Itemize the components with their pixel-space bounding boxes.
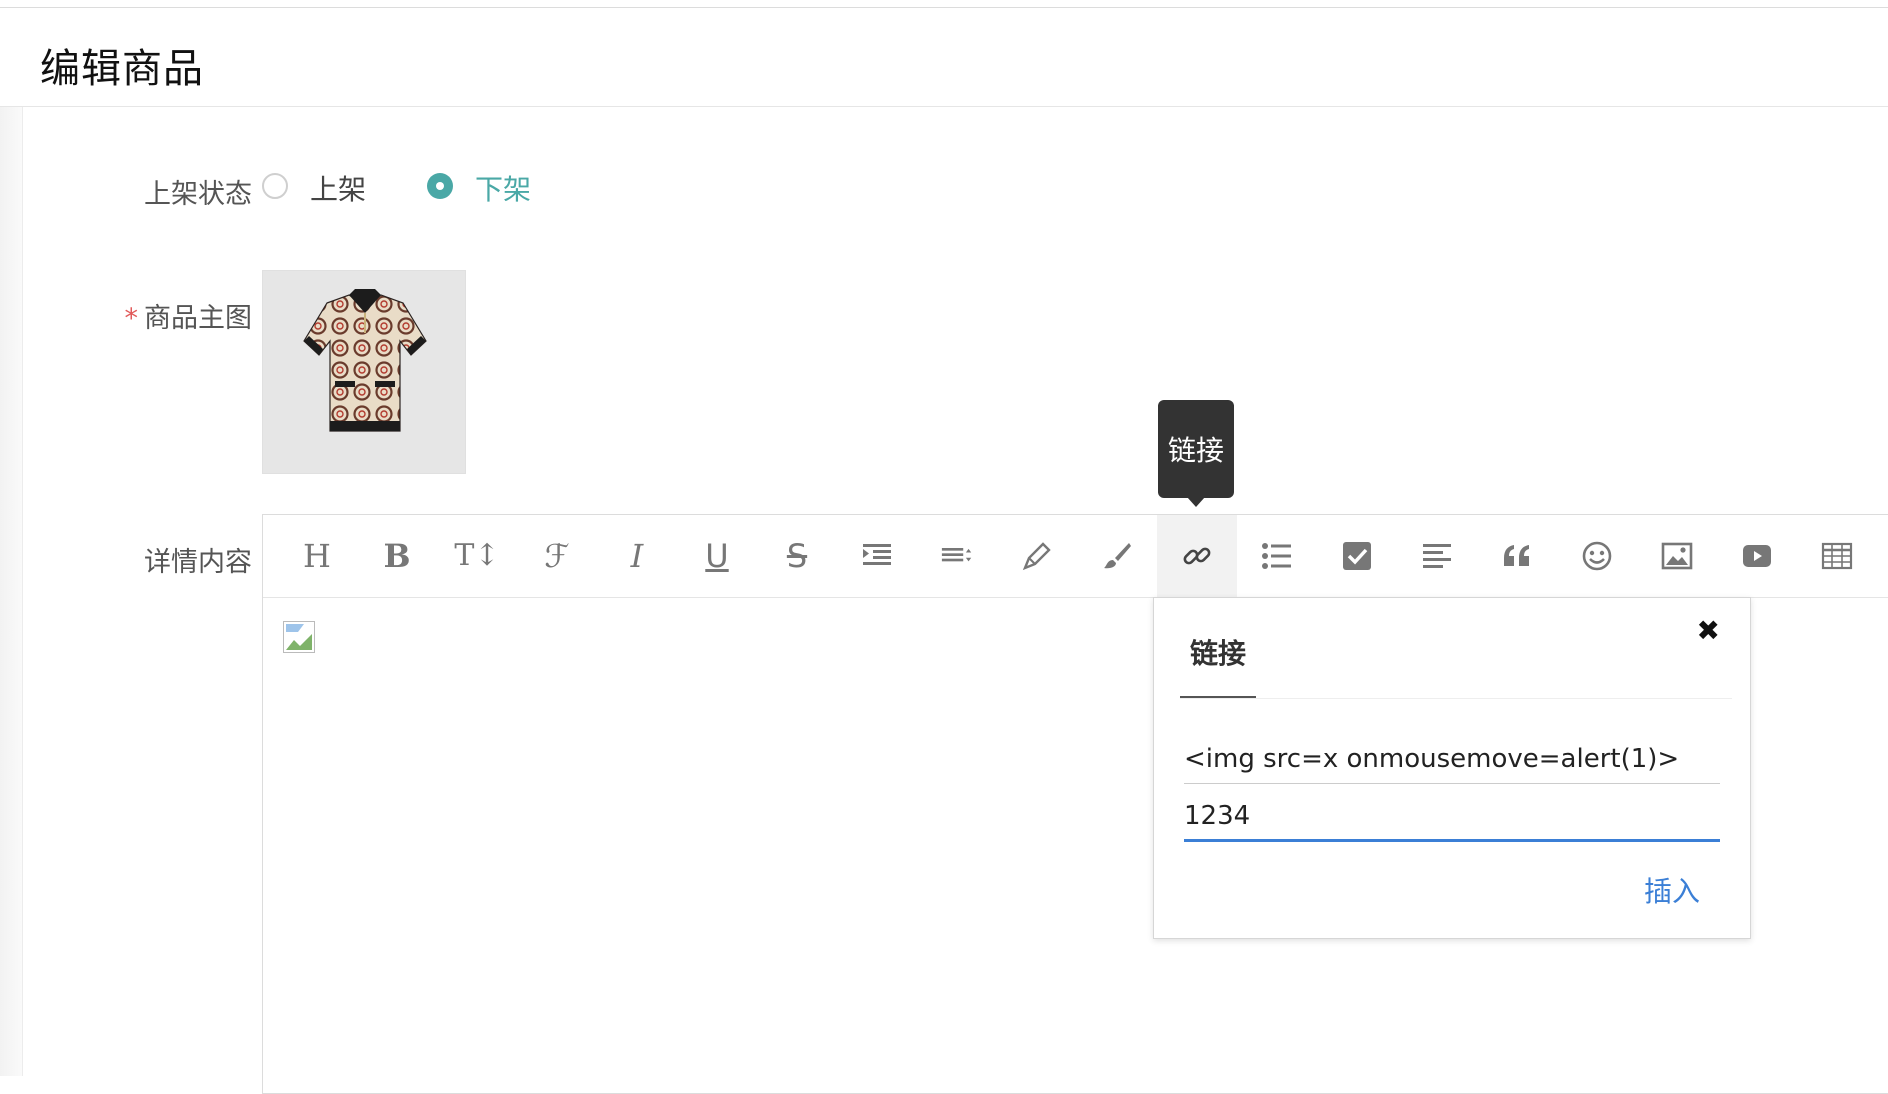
detail-label: 详情内容	[144, 547, 252, 578]
checkbox-icon[interactable]	[1317, 515, 1397, 597]
top-rule	[0, 0, 1888, 8]
image-icon[interactable]	[1637, 515, 1717, 597]
pencil-icon[interactable]	[997, 515, 1077, 597]
link-text-input[interactable]	[1184, 734, 1720, 784]
tab-link[interactable]: 链接	[1180, 632, 1256, 698]
indent-icon[interactable]	[837, 515, 917, 597]
strikethrough-icon[interactable]: S	[757, 515, 837, 597]
smiley-icon[interactable]	[1557, 515, 1637, 597]
insert-button[interactable]: 插入	[1644, 870, 1700, 910]
page-header: 编辑商品	[0, 8, 1888, 107]
video-icon[interactable]	[1717, 515, 1797, 597]
polo-dress-image	[303, 289, 427, 432]
radio-off-shelf[interactable]	[427, 173, 453, 199]
broken-image-icon[interactable]	[283, 621, 315, 653]
italic-icon[interactable]: I	[597, 515, 677, 597]
radio-off-shelf-label[interactable]: 下架	[475, 168, 531, 208]
underline-icon[interactable]: U	[677, 515, 757, 597]
list-icon[interactable]	[1237, 515, 1317, 597]
page-title: 编辑商品	[40, 46, 204, 92]
table-icon[interactable]	[1797, 515, 1877, 597]
left-rail	[0, 107, 23, 1076]
editor-toolbar: H B T↕ ℱ I U S	[263, 515, 1888, 598]
link-panel-tabs: 链接	[1180, 598, 1732, 699]
bold-icon[interactable]: B	[357, 515, 437, 597]
font-family-icon[interactable]: ℱ	[517, 515, 597, 597]
link-icon[interactable]	[1157, 515, 1237, 597]
font-size-icon[interactable]: T↕	[437, 515, 517, 597]
quote-icon[interactable]	[1477, 515, 1557, 597]
main-image-label-text: 商品主图	[144, 303, 252, 334]
paint-brush-icon[interactable]	[1077, 515, 1157, 597]
heading-icon[interactable]: H	[277, 515, 357, 597]
main-image-thumbnail[interactable]	[262, 270, 466, 474]
radio-on-shelf[interactable]	[262, 173, 288, 199]
required-star: *	[124, 303, 139, 334]
main-image-label: * 商品主图	[52, 296, 253, 335]
link-tooltip: 链接	[1158, 400, 1234, 507]
radio-on-shelf-label[interactable]: 上架	[310, 168, 366, 208]
align-left-icon[interactable]	[1397, 515, 1477, 597]
status-label: 上架状态	[144, 179, 252, 210]
link-url-input[interactable]	[1184, 792, 1720, 842]
line-height-icon[interactable]	[917, 515, 997, 597]
link-panel: ✖ 链接 插入	[1153, 597, 1751, 939]
